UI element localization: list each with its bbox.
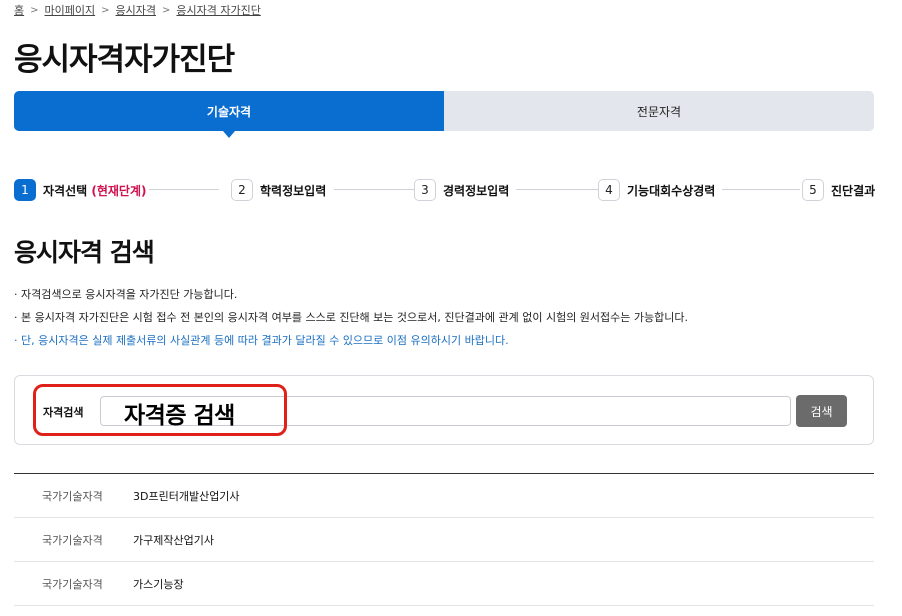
page-title: 응시자격자가진단 — [14, 42, 235, 78]
search-label: 자격검색 — [43, 406, 84, 419]
result-category: 국가기술자격 — [42, 489, 103, 503]
breadcrumb-home[interactable]: 홈 — [14, 2, 24, 18]
section-title: 응시자격 검색 — [14, 238, 155, 267]
step-label: 경력정보입력 — [443, 183, 510, 198]
search-button[interactable]: 검색 — [796, 395, 847, 427]
step-4: 4 기능대회수상경력 — [598, 179, 715, 201]
breadcrumb-self-diagnosis[interactable]: 응시자격 자가진단 — [176, 2, 260, 18]
annotation-label: 자격증 검색 — [124, 403, 235, 429]
step-label-text: 자격선택 — [43, 183, 88, 198]
list-item[interactable]: 국가기술자격 가스기능장 — [14, 562, 874, 606]
step-1: 1 자격선택 (현재단계) — [14, 179, 147, 201]
step-label: 진단결과 — [831, 183, 876, 198]
result-category: 국가기술자격 — [42, 577, 103, 591]
list-item[interactable]: 국가기술자격 3D프린터개발산업기사 — [14, 474, 874, 518]
notice-item: · 자격검색으로 응시자격을 자가진단 가능합니다. — [14, 288, 238, 301]
breadcrumb: 홈 > 마이페이지 > 응시자격 > 응시자격 자가진단 — [14, 3, 261, 17]
step-label: 기능대회수상경력 — [627, 183, 716, 198]
current-step-note: (현재단계) — [91, 183, 147, 198]
progress-steps: 1 자격선택 (현재단계) 2 학력정보입력 3 경력정보입력 4 기능대회수상… — [14, 179, 875, 201]
step-connector — [334, 189, 414, 190]
step-5: 5 진단결과 — [802, 179, 875, 201]
step-number: 2 — [231, 179, 253, 201]
page: 홈 > 마이페이지 > 응시자격 > 응시자격 자가진단 응시자격자가진단 기술… — [0, 0, 902, 616]
step-number: 1 — [14, 179, 36, 201]
result-name: 3D프린터개발산업기사 — [133, 489, 240, 503]
chevron-right-icon: > — [162, 4, 171, 16]
result-name: 가구제작산업기사 — [133, 533, 214, 547]
step-number: 5 — [802, 179, 824, 201]
step-3: 3 경력정보입력 — [414, 179, 509, 201]
result-category: 국가기술자격 — [42, 533, 103, 547]
step-connector — [722, 189, 800, 190]
notice-item-caution: · 단, 응시자격은 실제 제출서류의 사실관계 등에 따라 결과가 달라질 수… — [14, 334, 509, 347]
notice-item: · 본 응시자격 자가진단은 시험 접수 전 본인의 응시자격 여부를 스스로 … — [14, 311, 688, 324]
tab-technical[interactable]: 기술자격 — [14, 91, 444, 131]
chevron-right-icon: > — [30, 4, 39, 16]
step-label: 학력정보입력 — [260, 183, 327, 198]
chevron-right-icon: > — [101, 4, 110, 16]
active-tab-pointer — [223, 131, 235, 138]
step-2: 2 학력정보입력 — [231, 179, 326, 201]
step-label: 자격선택 (현재단계) — [43, 182, 147, 199]
breadcrumb-mypage[interactable]: 마이페이지 — [45, 2, 96, 18]
notice-list: · 자격검색으로 응시자격을 자가진단 가능합니다. · 본 응시자격 자가진단… — [14, 283, 688, 352]
qualification-tabs: 기술자격 전문자격 — [14, 91, 874, 131]
breadcrumb-qualification[interactable]: 응시자격 — [116, 2, 156, 18]
list-item[interactable]: 국가기술자격 가구제작산업기사 — [14, 518, 874, 562]
step-connector — [149, 189, 219, 190]
step-connector — [516, 189, 598, 190]
step-number: 4 — [598, 179, 620, 201]
step-number: 3 — [414, 179, 436, 201]
result-list: 국가기술자격 3D프린터개발산업기사 국가기술자격 가구제작산업기사 국가기술자… — [14, 473, 874, 606]
tab-professional[interactable]: 전문자격 — [444, 91, 874, 131]
result-name: 가스기능장 — [133, 577, 184, 591]
